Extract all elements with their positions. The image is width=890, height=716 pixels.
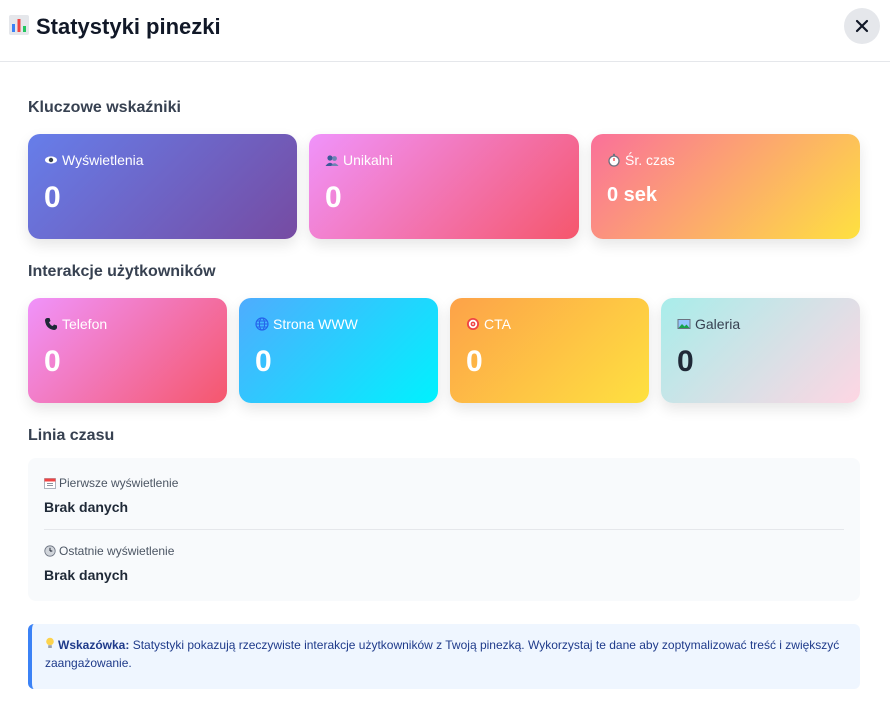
website-label: Strona WWW (273, 316, 358, 332)
phone-value: 0 (44, 345, 61, 378)
avg-time-card: Śr. czas 0 sek (591, 134, 860, 239)
cta-label: CTA (484, 316, 511, 332)
website-value: 0 (255, 345, 272, 378)
modal-header: Statystyki pinezki (0, 0, 890, 62)
views-value: 0 (44, 181, 61, 214)
avg-time-label: Śr. czas (625, 152, 675, 168)
close-button[interactable] (844, 8, 880, 44)
views-card: Wyświetlenia 0 (28, 134, 297, 239)
picture-icon (677, 317, 691, 331)
phone-icon (44, 317, 58, 331)
modal-title: Statystyki pinezki (36, 14, 221, 39)
avg-time-value: 0 sek (607, 184, 658, 206)
timeline-title: Linia czasu (28, 427, 115, 444)
gallery-card: Galeria 0 (661, 298, 860, 403)
globe-icon (255, 317, 269, 331)
stopwatch-icon (607, 153, 621, 167)
bar-chart-icon (9, 15, 29, 35)
timeline-panel: Pierwsze wyświetlenie Brak danych Ostatn… (28, 458, 860, 601)
tip-label: Wskazówka: (58, 638, 130, 652)
lightbulb-icon (45, 637, 55, 649)
last-view-label: Ostatnie wyświetlenie (59, 544, 175, 558)
target-icon (466, 317, 480, 331)
interactions-title: Interakcje użytkowników (28, 263, 216, 280)
users-icon (325, 153, 339, 167)
gallery-label: Galeria (695, 316, 741, 332)
tip-text: Statystyki pokazują rzeczywiste interakc… (45, 638, 840, 670)
calendar-icon (44, 477, 56, 489)
first-view-value: Brak danych (44, 499, 129, 515)
clock-icon (44, 545, 56, 557)
tip-box: Wskazówka: Statystyki pokazują rzeczywis… (28, 624, 860, 689)
first-view-label: Pierwsze wyświetlenie (59, 476, 179, 490)
unique-label: Unikalni (343, 152, 393, 168)
timeline-divider (44, 529, 844, 530)
phone-card: Telefon 0 (28, 298, 227, 403)
key-metrics-title: Kluczowe wskaźniki (28, 99, 181, 116)
unique-value: 0 (325, 181, 342, 214)
unique-card: Unikalni 0 (309, 134, 579, 239)
cta-value: 0 (466, 345, 483, 378)
views-label: Wyświetlenia (62, 152, 144, 168)
gallery-value: 0 (677, 345, 694, 378)
last-view-value: Brak danych (44, 567, 129, 583)
eye-icon (44, 153, 58, 167)
cta-card: CTA 0 (450, 298, 649, 403)
phone-label: Telefon (62, 316, 108, 332)
website-card: Strona WWW 0 (239, 298, 438, 403)
close-icon (855, 19, 869, 33)
